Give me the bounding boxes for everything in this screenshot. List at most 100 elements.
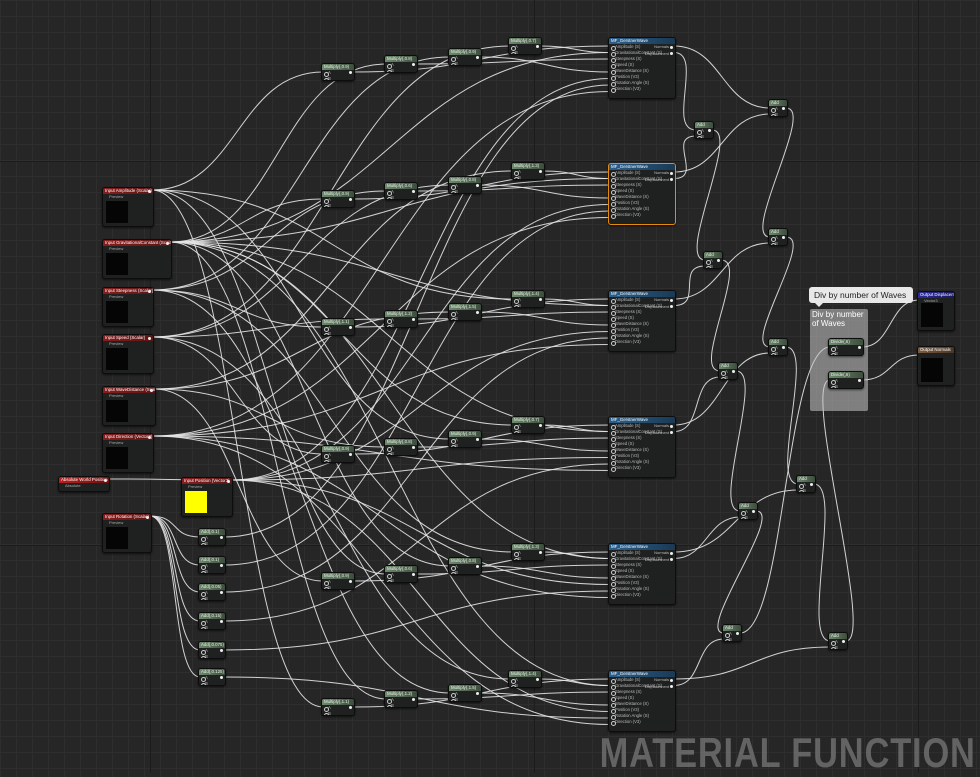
output-pin[interactable] (148, 435, 151, 439)
add-node[interactable]: Add A B (828, 632, 848, 650)
math-node[interactable]: Multiply(,0.8) A B (448, 176, 482, 194)
math-node[interactable]: Multiply(,0.9) A B (321, 190, 355, 208)
math-node[interactable]: Add(,0.075) A B (198, 641, 226, 659)
math-node[interactable]: Multiply(,1.3) A B (511, 543, 545, 561)
output-pin[interactable] (670, 685, 673, 688)
comment-box[interactable]: Div by number of Waves (810, 309, 868, 411)
output-pin[interactable] (349, 706, 352, 709)
add-node[interactable]: Add A B (768, 338, 788, 356)
input-pin-b[interactable]: B (769, 241, 787, 245)
input-pin-b[interactable]: B (385, 68, 417, 72)
output-pin[interactable] (670, 171, 673, 175)
math-node[interactable]: Add(,0.05) A B (198, 583, 226, 601)
input-pin-b[interactable]: B (695, 134, 713, 138)
output-pin[interactable] (782, 107, 785, 110)
output-pin[interactable] (412, 63, 415, 66)
output-pin[interactable] (670, 45, 673, 49)
preview-toggle[interactable]: Preview (103, 440, 153, 446)
output-pin[interactable] (150, 388, 153, 392)
output-pin[interactable] (670, 178, 673, 181)
math-node[interactable]: Multiply(,0.9) A B (321, 572, 355, 590)
input-pin-b[interactable]: B (509, 50, 541, 54)
output-pin[interactable] (476, 184, 479, 187)
output-pin[interactable] (670, 431, 673, 434)
math-node[interactable]: Multiply(,1.1) A B (321, 318, 355, 336)
output-pin[interactable] (349, 71, 352, 74)
input-pin-b[interactable]: B (723, 637, 741, 641)
input-pin[interactable]: Direction (V3) (609, 212, 675, 219)
preview-toggle[interactable]: Preview (103, 393, 155, 399)
output-pin[interactable] (476, 56, 479, 59)
output-pin[interactable] (476, 438, 479, 441)
math-node[interactable]: Add(,0.125) A B (198, 668, 226, 686)
input-pin-b[interactable]: B (449, 189, 481, 193)
input-pin[interactable]: Direction (V3) (609, 339, 675, 346)
input-node[interactable]: Absolute World Position Absolute (58, 476, 110, 492)
input-pin-b[interactable]: B (449, 443, 481, 447)
input-pin-b[interactable]: B (769, 351, 787, 355)
output-pin[interactable] (782, 346, 785, 349)
input-pin-b[interactable]: B (769, 112, 787, 116)
input-pin-b[interactable]: B (512, 303, 544, 307)
math-node[interactable]: Multiply(,1.2) A B (384, 310, 418, 328)
output-pin[interactable] (476, 565, 479, 568)
math-node[interactable]: Multiply(,0.9) A B (448, 430, 482, 448)
output-pin[interactable] (412, 446, 415, 449)
output-pin[interactable] (539, 170, 542, 173)
preview-toggle[interactable]: Preview (103, 341, 153, 347)
input-pin-b[interactable]: B (199, 569, 225, 573)
input-node[interactable]: Input WaveDistance (Scalar)Preview (102, 386, 156, 426)
math-node[interactable]: Multiply(,0.8) A B (384, 55, 418, 73)
output-pin[interactable] (670, 551, 673, 555)
math-node[interactable]: Multiply(,1.5) A B (448, 684, 482, 702)
output-pin[interactable] (752, 510, 755, 513)
input-pin-b[interactable]: B (512, 175, 544, 179)
output-node[interactable]: Output DisplacementVector3 (917, 291, 955, 331)
add-node[interactable]: Add A B (768, 228, 788, 246)
input-pin-b[interactable]: B (322, 585, 354, 589)
output-pin[interactable] (858, 379, 861, 382)
output-pin[interactable] (536, 678, 539, 681)
input-pin-b[interactable]: B (322, 711, 354, 715)
math-node[interactable]: Multiply(,1.3) A B (511, 162, 545, 180)
input-pin-b[interactable]: B (322, 331, 354, 335)
output-pin[interactable] (412, 318, 415, 321)
output-pin[interactable] (670, 298, 673, 302)
math-node[interactable]: Multiply(,1.4) A B (508, 670, 542, 688)
output-pin[interactable] (412, 573, 415, 576)
math-node[interactable]: Multiply(,1.5) A B (448, 303, 482, 321)
output-pin[interactable] (858, 346, 861, 349)
output-pin[interactable] (148, 336, 151, 340)
math-node[interactable]: Multiply(,0.8) A B (384, 438, 418, 456)
output-node[interactable]: Output Normals (917, 346, 955, 386)
input-pin-b[interactable]: B (199, 541, 225, 545)
output-pin[interactable] (349, 453, 352, 456)
add-node[interactable]: Add A B (768, 99, 788, 117)
output-pin[interactable] (536, 45, 539, 48)
output-pin[interactable] (782, 236, 785, 239)
input-pin-b[interactable]: B (322, 203, 354, 207)
input-pin-b[interactable]: B (829, 645, 847, 649)
comment-bubble[interactable]: Div by number of Waves (809, 287, 913, 307)
math-node[interactable]: Multiply(,0.9) A B (448, 48, 482, 66)
output-pin[interactable] (539, 298, 542, 301)
add-node[interactable]: Add A B (703, 251, 723, 269)
preview-toggle[interactable]: Preview (103, 294, 153, 300)
input-pin-b[interactable]: B (704, 264, 722, 268)
output-pin[interactable] (104, 478, 107, 482)
output-pin[interactable] (412, 190, 415, 193)
material-graph-canvas[interactable]: Div by number of Waves Div by number of … (0, 0, 980, 776)
preview-toggle[interactable]: Preview (182, 484, 232, 490)
input-node[interactable]: Input Steepness (Scalar) Preview (102, 287, 154, 327)
output-pin[interactable] (539, 424, 542, 427)
output-pin[interactable] (220, 620, 223, 623)
output-pin[interactable] (539, 551, 542, 554)
output-pin[interactable] (670, 424, 673, 428)
input-node[interactable]: Input Rotation (Scalar) Preview (102, 513, 152, 553)
gerstner-wave-node[interactable]: MF_GerstnerWave Amplitude (S) Gravitationa… (608, 163, 676, 225)
add-node[interactable]: Add A B (722, 624, 742, 642)
input-pin-b[interactable]: B (199, 596, 225, 600)
output-pin[interactable] (220, 536, 223, 539)
input-pin[interactable]: Direction (V3) (609, 86, 675, 93)
preview-toggle[interactable]: Preview (103, 520, 151, 526)
